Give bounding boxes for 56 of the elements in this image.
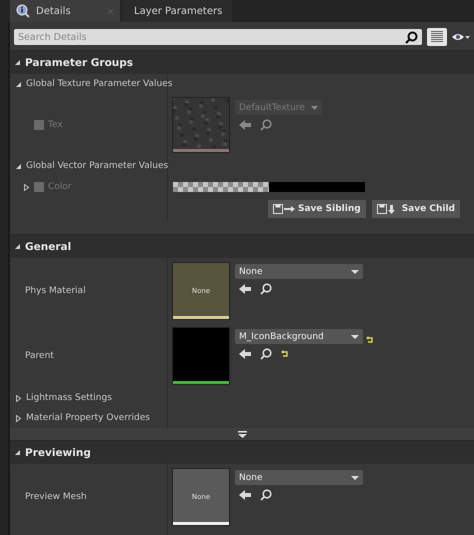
- arrow-left-icon[interactable]: [239, 490, 251, 500]
- caret-icon: [310, 106, 318, 110]
- asset-dropdown[interactable]: None: [235, 470, 363, 485]
- category-header[interactable]: General: [10, 234, 474, 258]
- group-label[interactable]: Global Texture Parameter Values: [26, 79, 172, 89]
- tab[interactable]: Details: [10, 0, 120, 22]
- color-swatch[interactable]: [173, 182, 365, 192]
- texture-thumbnail[interactable]: [173, 98, 229, 152]
- expanded-arrow-icon[interactable]: [15, 80, 22, 88]
- grid-view-button[interactable]: [427, 28, 447, 46]
- category-header[interactable]: Parameter Groups: [10, 50, 474, 74]
- group-label[interactable]: Material Property Overrides: [26, 413, 150, 423]
- search-icon[interactable]: [405, 31, 418, 44]
- save-right-arrow-icon: [273, 204, 295, 214]
- property-label: Phys Material: [25, 286, 86, 296]
- arrow-left-icon[interactable]: [239, 284, 251, 294]
- checkbox[interactable]: [34, 182, 44, 192]
- arrow-left-icon[interactable]: [239, 349, 251, 359]
- asset-dropdown[interactable]: None: [235, 264, 363, 279]
- search-icon[interactable]: [260, 283, 272, 295]
- param-label: Tex: [48, 120, 63, 130]
- category-title: Parameter Groups: [25, 56, 134, 68]
- tab[interactable]: Layer Parameters: [122, 0, 232, 22]
- expanded-arrow-icon[interactable]: [14, 243, 21, 250]
- expanded-arrow-icon[interactable]: [14, 449, 21, 456]
- property-label: Preview Mesh: [25, 492, 87, 502]
- save-button[interactable]: Save Child: [372, 200, 460, 218]
- expanded-arrow-icon[interactable]: [15, 162, 22, 170]
- checkbox[interactable]: [34, 120, 44, 130]
- category-title: General: [25, 240, 72, 252]
- group-label[interactable]: Lightmass Settings: [26, 393, 112, 403]
- collapsed-arrow-icon[interactable]: [15, 414, 22, 422]
- category-header[interactable]: Previewing: [10, 440, 474, 464]
- caret-icon: [351, 476, 359, 480]
- search-field[interactable]: Search Details: [14, 29, 422, 45]
- category-title: Previewing: [25, 446, 91, 458]
- search-icon[interactable]: [260, 489, 272, 501]
- asset-thumbnail[interactable]: [173, 328, 229, 384]
- advanced-expand-icon[interactable]: [238, 430, 246, 438]
- collapsed-arrow-icon[interactable]: [23, 184, 30, 190]
- property-label: Parent: [25, 350, 54, 360]
- reset-arrow-icon[interactable]: [366, 336, 374, 344]
- save-button[interactable]: Save Sibling: [268, 200, 366, 218]
- expanded-arrow-icon[interactable]: [14, 59, 21, 66]
- caret-icon: [351, 270, 359, 274]
- asset-dropdown[interactable]: M_IconBackground: [235, 329, 363, 344]
- param-label: Color: [48, 182, 72, 192]
- eye-dropdown-icon[interactable]: [452, 32, 470, 42]
- grid-icon: [431, 31, 443, 43]
- caret-icon: [351, 334, 359, 338]
- reset-arrow-icon[interactable]: [281, 350, 289, 358]
- search-icon[interactable]: [260, 348, 272, 360]
- group-label[interactable]: Global Vector Parameter Values: [26, 161, 168, 171]
- arrow-left-icon[interactable]: [239, 120, 251, 130]
- collapsed-arrow-icon[interactable]: [15, 394, 22, 402]
- info-magnifier-icon: [16, 4, 30, 18]
